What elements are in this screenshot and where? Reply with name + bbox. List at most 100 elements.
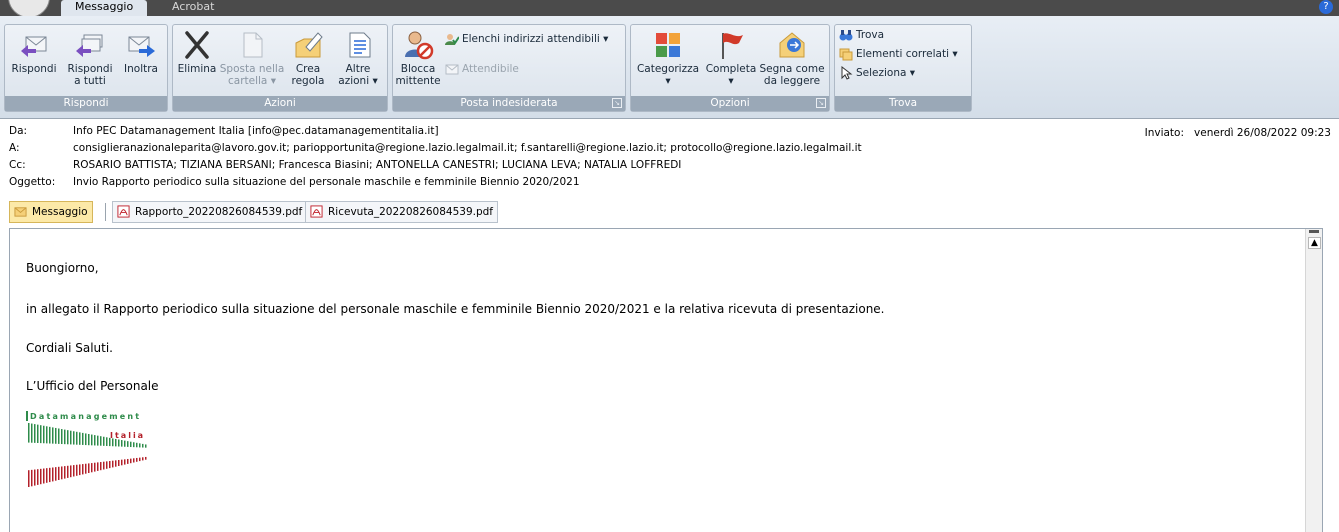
message-header: Da: Info PEC Datamanagement Italia [info@…: [0, 119, 1339, 199]
group-azioni-label: Azioni: [173, 96, 387, 111]
logo-bar: [133, 442, 135, 448]
logo-bar: [133, 458, 135, 463]
logo-text-1: Datamanagement: [30, 412, 141, 421]
scroll-up-icon[interactable]: ▲: [1308, 237, 1321, 249]
logo-bar: [76, 464, 78, 476]
rispondi-tutti-button[interactable]: Rispondi a tutti: [63, 29, 117, 87]
categorizza-button[interactable]: Categorizza ▾: [633, 29, 703, 87]
blocca-label-2: mittente: [395, 75, 441, 87]
scrollbar-split-handle[interactable]: [1309, 230, 1319, 233]
logo-bar: [94, 435, 96, 446]
group-posta-indesiderata: Blocca mittente Elenchi indirizzi attend…: [392, 24, 626, 112]
elenchi-button[interactable]: Elenchi indirizzi attendibili ▾: [445, 31, 608, 47]
elimina-label: Elimina: [177, 63, 217, 75]
logo-bar: [79, 464, 81, 476]
segna-da-leggere-button[interactable]: Segna come da leggere: [759, 29, 825, 87]
categorize-icon: [656, 33, 680, 57]
logo-bar: [34, 424, 36, 443]
altre-label-2: azioni ▾: [338, 75, 378, 87]
group-posta-label: Posta indesiderata: [393, 96, 625, 111]
logo-bar: [124, 440, 126, 447]
logo-bar: [145, 444, 147, 448]
body-greeting: Buongiorno,: [26, 261, 99, 275]
logo-bar: [46, 468, 48, 483]
dialog-launcher-icon[interactable]: ↘: [612, 98, 622, 108]
tab-acrobat[interactable]: Acrobat: [158, 0, 228, 16]
logo-bar: [31, 423, 33, 443]
forward-icon: [128, 36, 155, 57]
sposta-label-2: cartella ▾: [228, 75, 276, 87]
attendibile-button[interactable]: Attendibile: [445, 61, 519, 77]
logo-bar: [52, 427, 54, 444]
attachment-rapporto[interactable]: Rapporto_20220826084539.pdf: [112, 201, 308, 223]
altre-label-1: Altre: [345, 63, 371, 75]
logo-bar: [136, 457, 138, 462]
flag-icon: [722, 33, 743, 59]
dialog-launcher-icon[interactable]: ↘: [816, 98, 826, 108]
crea-regola-button[interactable]: Crea regola: [285, 29, 331, 87]
logo-bar: [121, 459, 123, 466]
logo-bar: [94, 462, 96, 472]
message-body[interactable]: Buongiorno, in allegato il Rapporto peri…: [9, 228, 1323, 532]
sposta-label-1: Sposta nella: [219, 63, 285, 75]
rispondi-label: Rispondi: [11, 63, 57, 75]
attachment-rapporto-label: Rapporto_20220826084539.pdf: [135, 206, 303, 218]
logo-bar: [82, 432, 84, 445]
da-value[interactable]: Info PEC Datamanagement Italia [info@pec…: [73, 125, 439, 137]
logo-bar: [85, 433, 87, 446]
group-trova: Trova Elementi correlati ▾ Seleziona ▾ T…: [834, 24, 972, 112]
logo-bar: [46, 426, 48, 444]
logo-bar: [91, 463, 93, 473]
inoltra-button[interactable]: Inoltra: [117, 29, 165, 75]
body-closing: Cordiali Saluti.: [26, 341, 113, 355]
elenchi-label: Elenchi indirizzi attendibili ▾: [462, 33, 609, 45]
trusted-icon: [445, 64, 459, 75]
vertical-scrollbar[interactable]: ▲: [1305, 229, 1322, 532]
attachment-messaggio[interactable]: Messaggio: [9, 201, 93, 223]
cc-value[interactable]: ROSARIO BATTISTA; TIZIANA BERSANI; Franc…: [73, 159, 681, 171]
logo-bar: [88, 463, 90, 473]
pdf-icon: [310, 205, 323, 218]
trova-button[interactable]: Trova: [839, 27, 884, 43]
tab-messaggio[interactable]: Messaggio: [61, 0, 148, 16]
attachment-ricevuta[interactable]: Ricevuta_20220826084539.pdf: [305, 201, 499, 223]
logo-bar: [61, 466, 63, 480]
ribbon: Rispondi Rispondi a tutti Inoltra Rispon…: [0, 16, 1339, 119]
logo-bar: [145, 456, 147, 460]
da-label: Da:: [9, 125, 28, 137]
logo-bar: [127, 441, 129, 447]
completa-label-2: ▾: [728, 75, 734, 87]
logo-bar: [28, 470, 30, 487]
a-value[interactable]: consiglieranazionaleparita@lavoro.gov.it…: [73, 142, 862, 154]
logo-bar: [136, 442, 138, 448]
safe-lists-icon: [445, 34, 459, 45]
blocca-mittente-button[interactable]: Blocca mittente: [395, 29, 441, 87]
group-azioni: Elimina Sposta nella cartella ▾ Crea reg…: [172, 24, 388, 112]
binoculars-icon: [839, 30, 853, 41]
move-folder-icon: [243, 32, 263, 58]
sposta-button[interactable]: Sposta nella cartella ▾: [219, 29, 285, 87]
help-icon[interactable]: ?: [1319, 0, 1333, 14]
logo-bar: [85, 463, 87, 474]
logo-bar: [70, 465, 72, 478]
block-sender-icon: [405, 31, 434, 60]
group-trova-label: Trova: [835, 96, 971, 111]
logo-bar: [130, 441, 132, 448]
logo-bar: [127, 458, 129, 464]
logo-bar: [91, 434, 93, 446]
logo-bar: [112, 460, 114, 468]
group-rispondi-label: Rispondi: [5, 96, 167, 111]
logo-bar: [61, 429, 63, 445]
logo-bar: [52, 467, 54, 482]
logo-bar: [112, 438, 114, 447]
logo-bar: [97, 462, 99, 471]
elementi-correlati-button[interactable]: Elementi correlati ▾: [839, 46, 958, 62]
logo-bar: [142, 457, 144, 461]
group-rispondi: Rispondi Rispondi a tutti Inoltra Rispon…: [4, 24, 168, 112]
rispondi-button[interactable]: Rispondi: [7, 29, 61, 75]
logo-bar: [115, 460, 117, 467]
completa-button[interactable]: Completa ▾: [703, 29, 759, 87]
elimina-button[interactable]: Elimina: [175, 29, 219, 75]
altre-azioni-button[interactable]: Altre azioni ▾: [333, 29, 383, 87]
seleziona-button[interactable]: Seleziona ▾: [839, 65, 915, 81]
